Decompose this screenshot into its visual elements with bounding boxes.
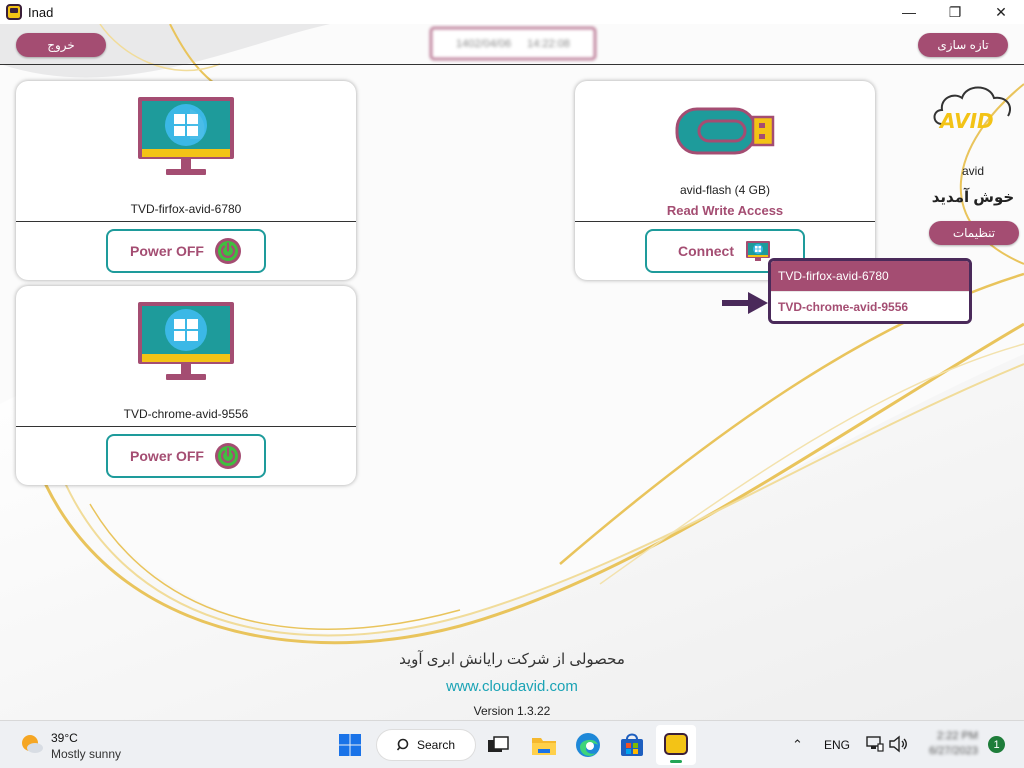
edge-browser-icon[interactable] bbox=[574, 731, 602, 759]
dropdown-item[interactable]: TVD-chrome-avid-9556 bbox=[771, 291, 969, 321]
datetime-display: 1402/04/06 14:22:08 bbox=[430, 27, 596, 60]
task-view-icon[interactable] bbox=[484, 731, 512, 759]
taskbar: 39°C Mostly sunny Search ⌃ ENG 2:22 PM 6… bbox=[0, 720, 1024, 768]
network-icon[interactable] bbox=[866, 735, 884, 753]
arrow-right-icon bbox=[722, 292, 768, 314]
power-icon bbox=[214, 443, 241, 469]
power-off-button[interactable]: Power OFF bbox=[106, 229, 266, 273]
refresh-button[interactable]: تازه سازی bbox=[918, 33, 1008, 57]
app-area: خروج تازه سازی 1402/04/06 14:22:08 TVD-f… bbox=[0, 24, 1024, 720]
avid-logo: AVID bbox=[933, 86, 1012, 133]
vm-card: TVD-chrome-avid-9556 Power OFF bbox=[16, 286, 356, 485]
footer-version: Version 1.3.22 bbox=[473, 704, 551, 718]
notification-badge[interactable]: 1 bbox=[988, 736, 1005, 753]
usb-flash-icon bbox=[675, 107, 775, 155]
chevron-up-icon[interactable]: ⌃ bbox=[792, 737, 803, 753]
weather-desc: Mostly sunny bbox=[51, 747, 122, 761]
close-button[interactable]: ✕ bbox=[978, 0, 1024, 24]
footer-url-link[interactable]: www.cloudavid.com bbox=[0, 678, 1024, 695]
start-windows-icon[interactable] bbox=[336, 731, 364, 759]
power-off-label: Power OFF bbox=[130, 448, 204, 464]
power-off-button[interactable]: Power OFF bbox=[106, 434, 266, 478]
weather-temp: 39°C bbox=[51, 731, 78, 745]
dropdown-item[interactable]: TVD-firfox-avid-6780 bbox=[771, 261, 969, 291]
vm-select-dropdown: TVD-firfox-avid-6780 TVD-chrome-avid-955… bbox=[768, 258, 972, 324]
windows-monitor-icon bbox=[138, 97, 234, 175]
clock-time: 2:22 PM bbox=[937, 730, 978, 742]
power-off-label: Power OFF bbox=[130, 243, 204, 259]
access-label: Read Write Access bbox=[666, 203, 784, 218]
weather-sun-icon[interactable] bbox=[20, 733, 44, 755]
app-icon bbox=[6, 4, 22, 20]
vm-name: TVD-firfox-avid-6780 bbox=[130, 202, 242, 216]
maximize-button[interactable]: ❐ bbox=[932, 0, 978, 24]
exit-button[interactable]: خروج bbox=[16, 33, 106, 57]
flash-name: avid-flash (4 GB) bbox=[679, 183, 771, 197]
settings-button[interactable]: تنظیمات bbox=[929, 221, 1019, 245]
footer-company: محصولی از شرکت رایانش ابری آوید bbox=[399, 651, 625, 668]
search-label: Search bbox=[417, 738, 456, 752]
header-divider bbox=[0, 64, 1024, 65]
card-divider bbox=[575, 221, 875, 222]
active-indicator bbox=[670, 760, 682, 763]
time-text: 14:22:08 bbox=[527, 37, 570, 50]
store-icon[interactable] bbox=[618, 731, 646, 759]
windows-monitor-icon bbox=[138, 302, 234, 380]
power-icon bbox=[214, 238, 241, 264]
vm-name: TVD-chrome-avid-9556 bbox=[123, 407, 249, 421]
system-clock[interactable]: 2:22 PM 6/27/2023 bbox=[918, 729, 978, 759]
search-icon bbox=[397, 738, 409, 751]
welcome-text: خوش آمدید bbox=[931, 189, 1015, 206]
card-divider bbox=[16, 426, 356, 427]
inad-taskbar-app[interactable] bbox=[656, 725, 696, 765]
taskbar-search[interactable]: Search bbox=[376, 729, 476, 761]
volume-icon[interactable] bbox=[888, 735, 908, 753]
title-bar: Inad — ❐ ✕ bbox=[0, 0, 1024, 24]
flash-card: avid-flash (4 GB) Read Write Access Conn… bbox=[575, 81, 875, 280]
file-explorer-icon[interactable] bbox=[530, 731, 558, 759]
date-text: 1402/04/06 bbox=[456, 37, 512, 50]
language-indicator[interactable]: ENG bbox=[824, 738, 850, 752]
window-title: Inad bbox=[28, 5, 54, 20]
clock-date: 6/27/2023 bbox=[929, 745, 978, 757]
card-divider bbox=[16, 221, 356, 222]
connect-label: Connect bbox=[678, 243, 734, 259]
vm-card: TVD-firfox-avid-6780 Power OFF bbox=[16, 81, 356, 280]
user-name: avid bbox=[961, 164, 984, 178]
logo-text: AVID bbox=[938, 109, 994, 133]
minimize-button[interactable]: — bbox=[886, 0, 932, 24]
inad-app-icon bbox=[664, 733, 688, 755]
